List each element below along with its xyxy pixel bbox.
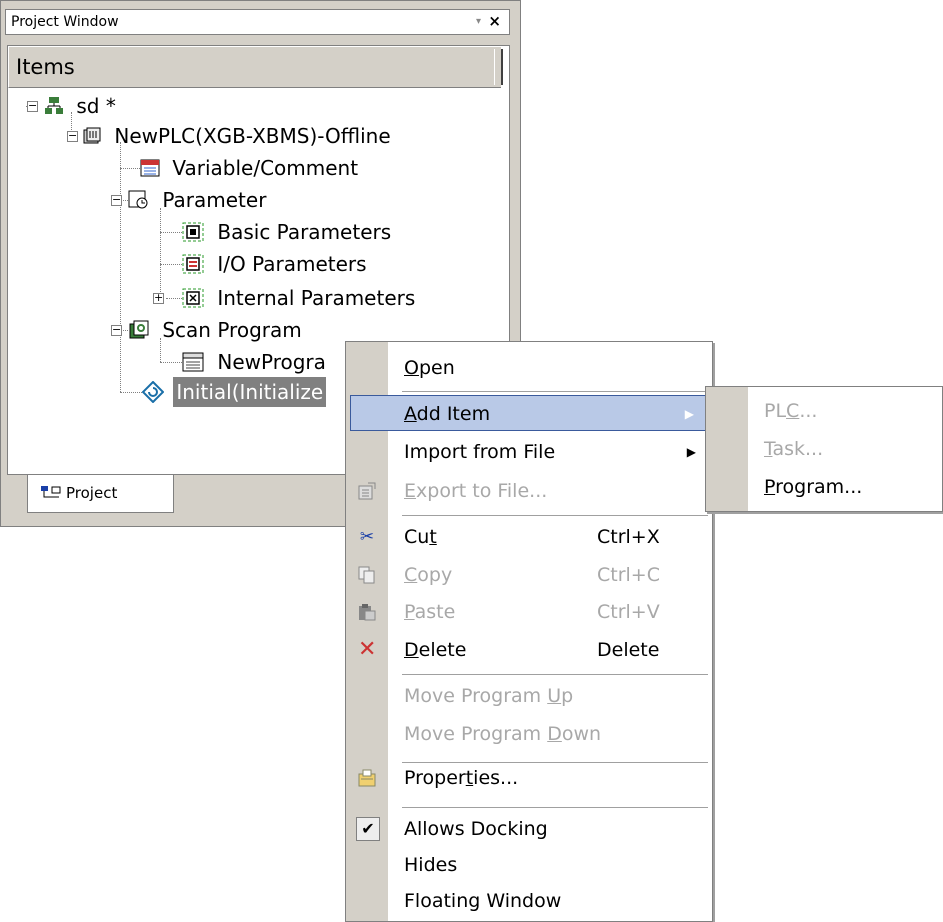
project-tab-icon — [41, 486, 61, 498]
menu-item-hides[interactable]: Hides — [346, 847, 712, 883]
collapse-toggle[interactable]: − — [67, 130, 78, 142]
shortcut-label: Ctrl+X — [597, 526, 660, 548]
tree-item-io-parameters[interactable]: I/O Parameters — [182, 249, 367, 279]
menu-item-allows-docking[interactable]: ✔ Allows Docking — [346, 811, 712, 847]
menu-item-export-to-file[interactable]: Export to File... — [346, 473, 712, 509]
submenu-arrow-icon: ▶ — [684, 407, 694, 421]
paste-icon — [359, 604, 376, 621]
collapse-toggle[interactable]: − — [27, 100, 38, 112]
basic-param-icon — [182, 222, 204, 242]
program-icon — [182, 352, 204, 372]
items-column-header[interactable]: Items — [8, 46, 503, 88]
menu-separator — [402, 807, 708, 808]
network-icon — [45, 96, 63, 114]
menu-separator — [402, 391, 708, 392]
context-menu: Open Add Item ▶ Import from File ▶ Expor… — [345, 341, 713, 922]
tree-item-label: Scan Program — [162, 318, 302, 342]
menu-separator — [402, 674, 708, 675]
menu-item-paste[interactable]: Paste Ctrl+V — [346, 594, 712, 630]
plc-icon — [83, 127, 101, 144]
menu-item-import-from-file[interactable]: Import from File ▶ — [346, 434, 712, 470]
menu-item-delete[interactable]: ✕ Delete Delete — [346, 632, 712, 668]
tree-item-basic-parameters[interactable]: Basic Parameters — [182, 217, 391, 247]
submenu-arrow-icon: ▶ — [686, 445, 696, 459]
export-icon — [358, 482, 376, 500]
tree-line — [120, 168, 140, 169]
tree-item-new-program[interactable]: NewProgra — [182, 347, 326, 377]
collapse-toggle[interactable]: − — [111, 324, 122, 336]
tree-item-label: I/O Parameters — [217, 252, 367, 276]
menu-item-move-program-up[interactable]: Move Program Up — [346, 678, 712, 714]
tree-item-internal-parameters[interactable]: Internal Parameters — [182, 283, 415, 313]
properties-icon — [358, 769, 376, 787]
menu-item-open[interactable]: Open — [346, 350, 712, 386]
shortcut-label: Ctrl+C — [597, 564, 660, 586]
menu-item-add-item[interactable]: Add Item ▶ — [350, 395, 706, 431]
tree-line — [166, 298, 182, 299]
expand-toggle[interactable]: + — [153, 292, 164, 304]
scissors-icon: ✂ — [359, 527, 375, 547]
menu-item-move-program-down[interactable]: Move Program Down — [346, 716, 712, 752]
menu-item-copy[interactable]: Copy Ctrl+C — [346, 557, 712, 593]
tree-line — [160, 208, 161, 302]
tree-item-initial[interactable]: Initial(Initialize — [142, 377, 327, 407]
tree-item-parameter[interactable]: Parameter — [128, 185, 266, 215]
checkmark-icon: ✔ — [356, 817, 380, 841]
items-header-label: Items — [16, 55, 75, 79]
tree-item-label: Variable/Comment — [172, 156, 359, 180]
tree-item-label: Initial(Initialize — [173, 377, 327, 407]
delete-x-icon: ✕ — [358, 637, 377, 662]
tree-item-label: Internal Parameters — [217, 286, 416, 310]
menu-item-floating-window[interactable]: Floating Window — [346, 883, 712, 919]
tree-item-label: sd * — [76, 94, 116, 118]
tree-item-label: Parameter — [162, 188, 267, 212]
add-item-submenu: PLC... Task... Program... — [705, 386, 943, 512]
submenu-item-plc[interactable]: PLC... — [764, 393, 817, 429]
shortcut-label: Ctrl+V — [597, 601, 660, 623]
tree-line — [120, 392, 142, 393]
internal-param-icon — [182, 288, 204, 308]
project-window-title: Project Window — [11, 14, 119, 30]
io-param-icon — [182, 254, 204, 274]
collapse-toggle[interactable]: − — [111, 194, 122, 206]
submenu-icon-gutter — [706, 387, 748, 511]
submenu-item-program[interactable]: Program... — [764, 469, 862, 505]
submenu-item-task[interactable]: Task... — [764, 431, 823, 467]
tree-item-label: NewPLC(XGB-XBMS)-Offline — [114, 124, 391, 148]
tree-item-scan-program[interactable]: Scan Program — [128, 315, 302, 345]
pin-dropdown-icon[interactable]: ▾ — [476, 10, 481, 34]
tree-item-variable-comment[interactable]: Variable/Comment — [140, 153, 358, 183]
scan-program-icon — [129, 320, 149, 339]
column-resize-grip[interactable] — [494, 49, 503, 85]
tree-line — [160, 232, 182, 233]
menu-separator — [402, 515, 708, 516]
copy-icon — [358, 566, 375, 584]
tree-item-label: Basic Parameters — [217, 220, 392, 244]
close-icon[interactable]: × — [488, 9, 501, 33]
variable-icon — [140, 159, 160, 177]
tree-item-project-sd[interactable]: sd * — [44, 91, 116, 121]
tree-item-label: NewProgra — [217, 350, 326, 374]
tree-line — [120, 142, 121, 392]
tab-project-label: Project — [66, 484, 118, 502]
menu-item-cut[interactable]: ✂ Cut Ctrl+X — [346, 519, 712, 555]
tree-line — [160, 362, 182, 363]
tree-item-plc[interactable]: NewPLC(XGB-XBMS)-Offline — [82, 121, 391, 151]
initial-icon — [142, 381, 164, 403]
project-window-titlebar[interactable]: Project Window ▾ × — [5, 9, 510, 35]
parameter-icon — [128, 190, 148, 209]
tab-project[interactable]: Project — [27, 475, 174, 513]
tree-line — [160, 264, 182, 265]
menu-item-properties[interactable]: Properties... — [346, 760, 712, 796]
shortcut-label: Delete — [597, 639, 660, 661]
